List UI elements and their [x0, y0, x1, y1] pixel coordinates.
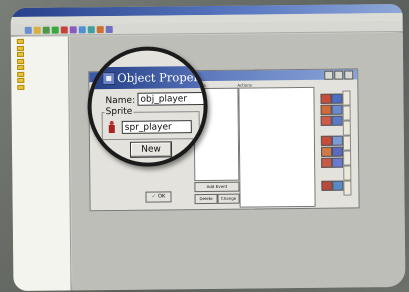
resource-tree: [10, 36, 72, 292]
move-towards-icon[interactable]: [320, 104, 332, 115]
action-palette: [318, 87, 352, 205]
path-icon[interactable]: [321, 180, 333, 191]
tab-move[interactable]: [342, 90, 351, 106]
maximize-icon[interactable]: [334, 70, 344, 80]
room-icon[interactable]: [105, 25, 113, 34]
game-maker-screen: Events Actions Add Event Delete Change: [10, 3, 406, 292]
ok-button[interactable]: ✓ OK: [145, 191, 172, 203]
sound-icon[interactable]: [78, 26, 86, 34]
name-label: Name:: [105, 95, 136, 107]
player-sprite-icon: [108, 120, 115, 134]
tab-main1[interactable]: [342, 105, 351, 121]
close-icon[interactable]: [344, 70, 354, 80]
tab-score[interactable]: [343, 150, 352, 166]
magnifier-lens: Object Properties Name: obj_player Sprit…: [86, 46, 209, 168]
name-input[interactable]: obj_player: [137, 92, 208, 106]
move-contact-icon[interactable]: [332, 157, 344, 168]
move-free-icon[interactable]: [331, 93, 343, 104]
stop-icon[interactable]: [60, 26, 68, 34]
tab-control[interactable]: [342, 135, 352, 151]
sprite-label: Sprite: [104, 106, 134, 118]
tab-extra[interactable]: [343, 165, 352, 181]
move-fixed-icon[interactable]: [320, 93, 332, 104]
new-sprite-button[interactable]: New: [129, 141, 173, 158]
object-icon: [102, 71, 116, 86]
object-icon[interactable]: [96, 26, 104, 34]
delete-event-button[interactable]: Delete: [194, 193, 218, 205]
tree-folder[interactable]: [17, 84, 68, 91]
snap-grid-icon[interactable]: [331, 146, 344, 157]
jump-random-icon[interactable]: [320, 146, 333, 157]
photo-frame: Events Actions Add Event Delete Change: [0, 0, 409, 292]
open-icon[interactable]: [33, 26, 41, 34]
change-event-button[interactable]: Change: [217, 193, 240, 204]
save-icon[interactable]: [42, 26, 50, 34]
sprite-icon[interactable]: [69, 26, 77, 34]
new-icon[interactable]: [24, 26, 32, 34]
sprite-select[interactable]: spr_player: [121, 120, 192, 134]
jump-start-icon[interactable]: [331, 135, 343, 146]
jump-position-icon[interactable]: [320, 135, 332, 146]
gravity-icon[interactable]: [331, 115, 343, 126]
background-icon[interactable]: [87, 26, 95, 34]
ok-label: OK: [157, 193, 166, 200]
minimize-icon[interactable]: [324, 70, 334, 80]
actions-list[interactable]: [238, 86, 316, 208]
checkmark-icon: ✓: [151, 193, 157, 200]
wrap-screen-icon[interactable]: [321, 157, 333, 168]
tab-draw[interactable]: [343, 180, 352, 196]
speed-horizontal-icon[interactable]: [331, 104, 343, 115]
speed-vertical-icon[interactable]: [320, 115, 332, 126]
tab-main2[interactable]: [342, 120, 351, 136]
run-icon[interactable]: [51, 26, 59, 34]
add-event-button[interactable]: Add Event: [194, 181, 240, 193]
path-end-icon[interactable]: [332, 180, 344, 191]
